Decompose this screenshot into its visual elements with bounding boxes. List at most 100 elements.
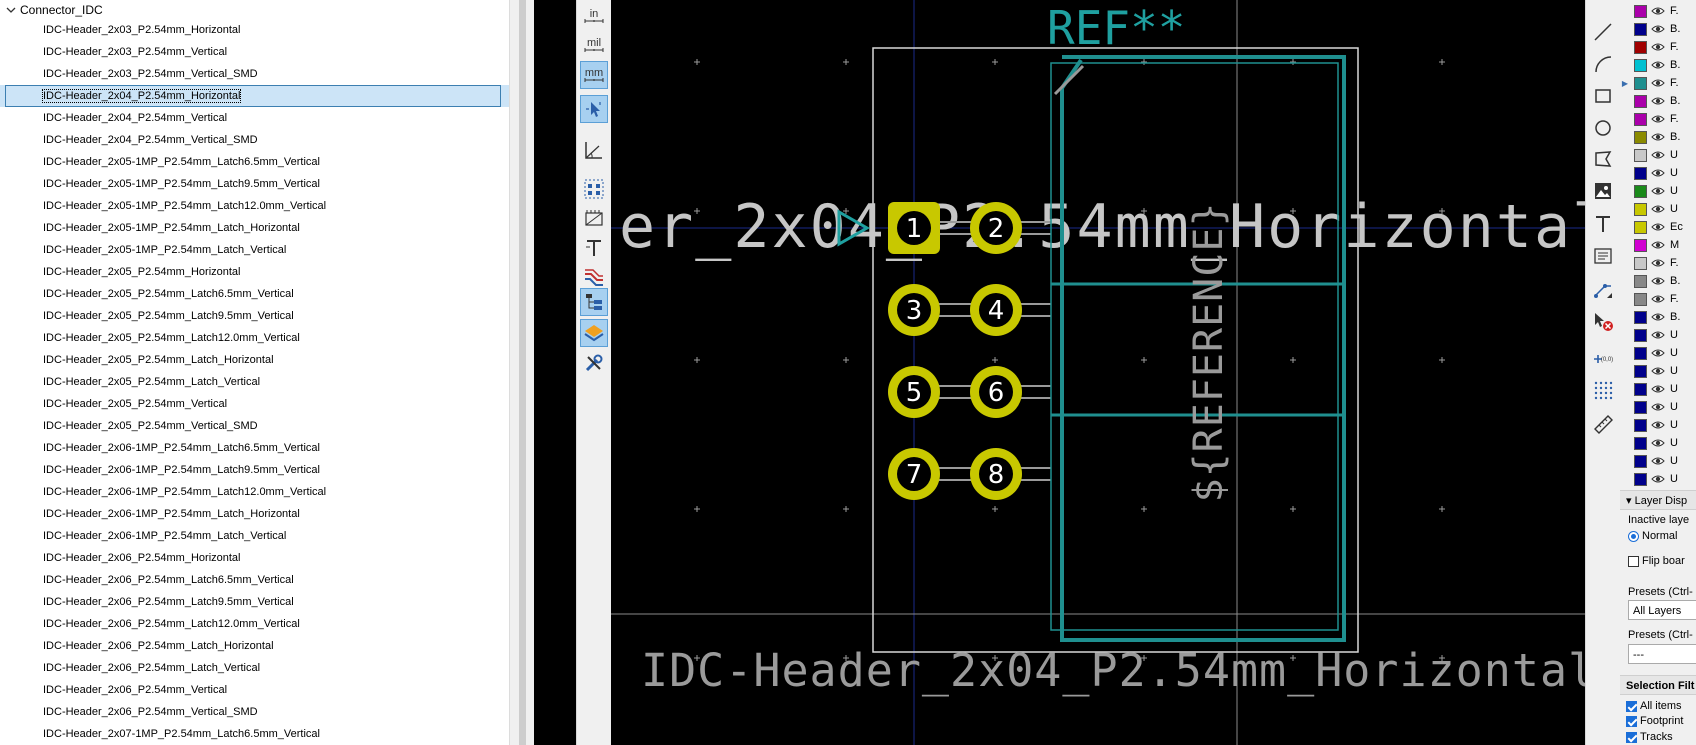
- layer-color-swatch[interactable]: [1634, 274, 1647, 288]
- layer-color-swatch[interactable]: [1634, 472, 1647, 486]
- flip-board-checkbox[interactable]: Flip boar: [1628, 555, 1685, 567]
- eye-icon[interactable]: [1650, 402, 1666, 412]
- filter-tracks[interactable]: Tracks: [1626, 731, 1673, 743]
- eye-icon[interactable]: [1650, 384, 1666, 394]
- layer-color-swatch[interactable]: [1634, 184, 1647, 198]
- add-textbox-button[interactable]: [1589, 242, 1617, 270]
- show-tracks-button[interactable]: [580, 263, 608, 291]
- eye-icon[interactable]: [1650, 96, 1666, 106]
- pad-8[interactable]: 8: [970, 448, 1022, 500]
- eye-icon[interactable]: [1650, 24, 1666, 34]
- layer-manager-button[interactable]: [580, 288, 608, 316]
- eye-icon[interactable]: [1650, 132, 1666, 142]
- footprint-tree-item[interactable]: IDC-Header_2x06_P2.54mm_Latch_Horizontal: [0, 635, 509, 657]
- draw-polygon-button[interactable]: [1589, 145, 1617, 173]
- draw-rectangle-button[interactable]: [1589, 82, 1617, 110]
- reference-designator[interactable]: REF**: [1047, 1, 1185, 55]
- pcb-view[interactable]: er_2x04_P2.54mm_Horizontal 1 2 3 4 5 6 7…: [611, 0, 1585, 745]
- library-node-connector-idc[interactable]: Connector_IDC: [6, 1, 103, 19]
- unit-inch-button[interactable]: in: [580, 2, 608, 30]
- layer-color-swatch[interactable]: [1634, 346, 1647, 360]
- show-pads-button[interactable]: [580, 175, 608, 203]
- eye-icon[interactable]: [1650, 186, 1666, 196]
- layer-color-swatch[interactable]: [1634, 58, 1647, 72]
- eye-icon[interactable]: [1650, 294, 1666, 304]
- eye-icon[interactable]: [1650, 330, 1666, 340]
- footprint-tree-item[interactable]: IDC-Header_2x04_P2.54mm_Vertical: [0, 107, 509, 129]
- eye-icon[interactable]: [1650, 420, 1666, 430]
- footprint-canvas[interactable]: er_2x04_P2.54mm_Horizontal 1 2 3 4 5 6 7…: [611, 0, 1585, 745]
- checkbox[interactable]: [1626, 700, 1637, 712]
- draw-arc-button[interactable]: [1589, 50, 1617, 78]
- tree-scrollbar[interactable]: [509, 0, 534, 745]
- eye-icon[interactable]: [1650, 456, 1666, 466]
- viewports-dropdown[interactable]: ---: [1628, 644, 1696, 664]
- add-image-button[interactable]: [1589, 177, 1617, 205]
- layer-row[interactable]: B.: [1620, 92, 1696, 110]
- layer-row[interactable]: U: [1620, 146, 1696, 164]
- show-text-button[interactable]: [580, 234, 608, 262]
- eye-icon[interactable]: [1650, 6, 1666, 16]
- tools-button[interactable]: [580, 349, 608, 377]
- footprint-tree-item[interactable]: IDC-Header_2x03_P2.54mm_Vertical: [0, 41, 509, 63]
- draw-circle-button[interactable]: [1589, 114, 1617, 142]
- footprint-tree-item[interactable]: IDC-Header_2x06-1MP_P2.54mm_Latch_Vertic…: [0, 525, 509, 547]
- footprint-tree-item[interactable]: IDC-Header_2x05-1MP_P2.54mm_Latch6.5mm_V…: [0, 151, 509, 173]
- layer-color-swatch[interactable]: [1634, 220, 1647, 234]
- footprint-tree-item[interactable]: IDC-Header_2x05_P2.54mm_Latch9.5mm_Verti…: [0, 305, 509, 327]
- layer-row[interactable]: F.: [1620, 290, 1696, 308]
- scrollbar-thumb[interactable]: [519, 0, 526, 745]
- delete-tool-button[interactable]: [1589, 307, 1617, 335]
- layer-row[interactable]: U: [1620, 344, 1696, 362]
- layer-row[interactable]: U: [1620, 416, 1696, 434]
- footprint-tree-item[interactable]: IDC-Header_2x05-1MP_P2.54mm_Latch_Vertic…: [0, 239, 509, 261]
- layer-row[interactable]: M: [1620, 236, 1696, 254]
- pad-5[interactable]: 5: [888, 366, 940, 418]
- footprint-tree-item[interactable]: IDC-Header_2x07-1MP_P2.54mm_Latch6.5mm_V…: [0, 723, 509, 745]
- eye-icon[interactable]: [1650, 240, 1666, 250]
- layer-color-swatch[interactable]: [1634, 454, 1647, 468]
- layer-row[interactable]: B.: [1620, 128, 1696, 146]
- unit-mm-button[interactable]: mm: [580, 61, 608, 89]
- measure-tool-button[interactable]: [1589, 410, 1617, 438]
- eye-icon[interactable]: [1650, 114, 1666, 124]
- layer-row[interactable]: F.: [1620, 2, 1696, 20]
- eye-icon[interactable]: [1650, 366, 1666, 376]
- footprint-tree-item[interactable]: IDC-Header_2x06-1MP_P2.54mm_Latch_Horizo…: [0, 503, 509, 525]
- footprint-tree-item[interactable]: IDC-Header_2x05_P2.54mm_Latch_Vertical: [0, 371, 509, 393]
- footprint-tree-item[interactable]: IDC-Header_2x06_P2.54mm_Vertical: [0, 679, 509, 701]
- draw-line-button[interactable]: [1589, 18, 1617, 46]
- footprint-tree-item[interactable]: IDC-Header_2x03_P2.54mm_Horizontal: [0, 19, 509, 41]
- eye-icon[interactable]: [1650, 150, 1666, 160]
- layer-row[interactable]: B.: [1620, 56, 1696, 74]
- set-anchor-button[interactable]: (0,0): [1589, 344, 1617, 372]
- pad-1[interactable]: 1: [888, 202, 940, 254]
- layer-color-swatch[interactable]: [1634, 4, 1647, 18]
- eye-icon[interactable]: [1650, 258, 1666, 268]
- filter-all-items[interactable]: All items: [1626, 700, 1682, 712]
- pad-3[interactable]: 3: [888, 284, 940, 336]
- layer-color-swatch[interactable]: [1634, 112, 1647, 126]
- layer-color-swatch[interactable]: [1634, 292, 1647, 306]
- value-field[interactable]: er_2x04_P2.54mm_Horizontal: [619, 192, 1585, 262]
- footprint-tree-item[interactable]: IDC-Header_2x03_P2.54mm_Vertical_SMD: [0, 63, 509, 85]
- layer-row[interactable]: U: [1620, 362, 1696, 380]
- inactive-normal-radio[interactable]: Normal: [1628, 530, 1677, 542]
- eye-icon[interactable]: [1650, 168, 1666, 178]
- eye-icon[interactable]: [1650, 42, 1666, 52]
- layer-color-swatch[interactable]: [1634, 310, 1647, 324]
- filter-footprints[interactable]: Footprint: [1626, 715, 1683, 727]
- eye-icon[interactable]: [1650, 348, 1666, 358]
- checkbox[interactable]: [1626, 731, 1637, 743]
- footprint-tree-item[interactable]: IDC-Header_2x05_P2.54mm_Vertical_SMD: [0, 415, 509, 437]
- layer-color-swatch[interactable]: [1634, 364, 1647, 378]
- footprint-tree-item[interactable]: IDC-Header_2x04_P2.54mm_Horizontal: [0, 85, 509, 107]
- footprint-tree-item[interactable]: IDC-Header_2x05-1MP_P2.54mm_Latch12.0mm_…: [0, 195, 509, 217]
- layer-row[interactable]: U: [1620, 380, 1696, 398]
- checkbox[interactable]: [1628, 555, 1639, 567]
- layer-row[interactable]: U: [1620, 164, 1696, 182]
- appearance-button[interactable]: [580, 319, 608, 347]
- unit-mil-button[interactable]: mil: [580, 31, 608, 59]
- eye-icon[interactable]: [1650, 438, 1666, 448]
- layer-color-swatch[interactable]: [1634, 256, 1647, 270]
